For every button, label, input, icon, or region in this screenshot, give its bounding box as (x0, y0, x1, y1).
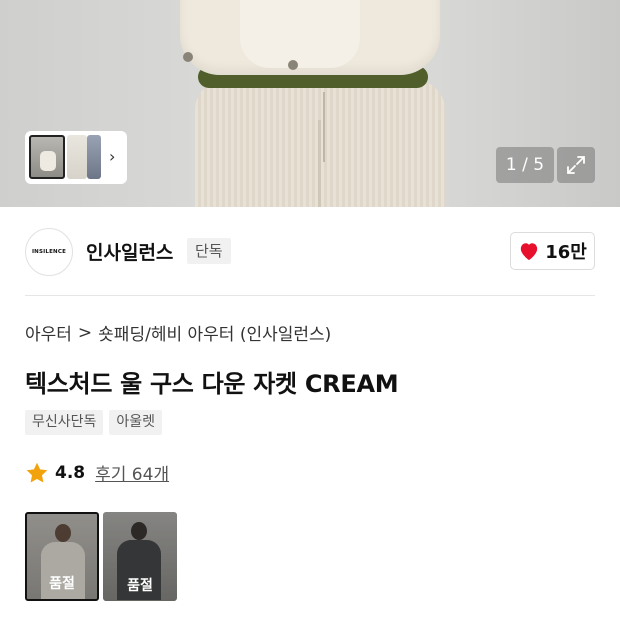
review-link[interactable]: 후기 64개 (95, 460, 169, 485)
product-title: 텍스처드 울 구스 다운 자켓 CREAM (25, 370, 399, 398)
image-counter: 1 / 5 (496, 147, 554, 183)
rating-value: 4.8 (55, 462, 86, 483)
chevron-right-icon[interactable]: › (109, 147, 115, 167)
expand-button[interactable] (557, 147, 595, 183)
star-icon (26, 462, 48, 482)
product-image-gallery[interactable]: › 1 / 5 (0, 0, 620, 207)
product-tags: 무신사단독 아울렛 (25, 410, 163, 435)
divider (25, 295, 595, 296)
color-options: 품절 품절 (25, 512, 177, 601)
pants-seam (318, 120, 321, 207)
exclusive-badge: 단독 (187, 238, 231, 264)
drawstring (323, 92, 325, 162)
option-cream[interactable]: 품절 (25, 512, 99, 601)
brand-logo[interactable]: INSILENCE (25, 228, 73, 276)
jacket-fold (240, 0, 360, 68)
soldout-label: 품절 (27, 514, 97, 599)
brand-logo-text: INSILENCE (31, 249, 67, 255)
breadcrumb-subcategory[interactable]: 숏패딩/헤비 아우터 (인사일런스) (98, 320, 331, 345)
option-charcoal[interactable]: 품절 (103, 512, 177, 601)
like-count: 16만 (545, 242, 587, 263)
tag-outlet: 아울렛 (109, 410, 163, 435)
thumbnail-2[interactable] (67, 135, 87, 179)
thumbnail-1[interactable] (29, 135, 65, 179)
chevron-right-icon: > (77, 322, 93, 343)
heart-icon (521, 243, 538, 261)
brand-row: INSILENCE 인사일런스 단독 16만 (0, 208, 620, 296)
tag-musinsa-exclusive: 무신사단독 (25, 410, 104, 435)
snap (183, 52, 193, 62)
breadcrumb: 아우터 > 숏패딩/헤비 아우터 (인사일런스) (25, 320, 331, 346)
like-button[interactable]: 16만 (510, 232, 595, 270)
snap (288, 60, 298, 70)
thumbnail-3[interactable] (87, 135, 101, 179)
rating: 4.8 후기 64개 (25, 460, 169, 485)
expand-icon (567, 156, 585, 174)
brand-name[interactable]: 인사일런스 (86, 238, 173, 265)
thumbnail-strip[interactable]: › (25, 131, 127, 184)
soldout-label: 품절 (103, 512, 177, 601)
breadcrumb-category[interactable]: 아우터 (25, 320, 72, 345)
